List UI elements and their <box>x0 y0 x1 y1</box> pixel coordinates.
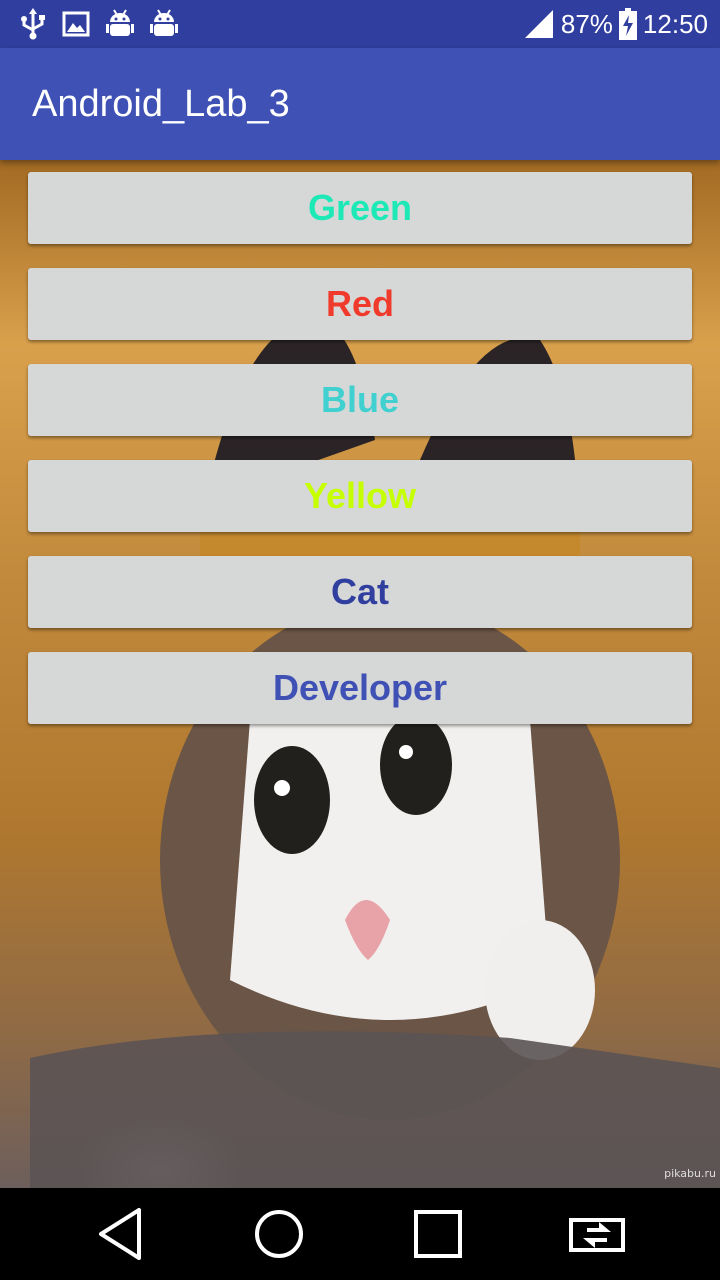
back-icon[interactable] <box>89 1202 153 1266</box>
status-bar: 87% 12:50 <box>0 0 720 48</box>
image-icon <box>62 11 90 37</box>
developer-button[interactable]: Developer <box>28 652 692 724</box>
switch-apps-icon[interactable] <box>565 1202 629 1266</box>
usb-icon <box>21 8 45 40</box>
system-indicators: 87% 12:50 <box>524 0 708 48</box>
navigation-bar <box>0 1188 720 1280</box>
app-title: Android_Lab_3 <box>32 83 290 125</box>
watermark: pikabu.ru <box>664 1167 716 1180</box>
red-button[interactable]: Red <box>28 268 692 340</box>
recents-icon[interactable] <box>406 1202 470 1266</box>
app-bar: Android_Lab_3 <box>0 48 720 160</box>
green-button[interactable]: Green <box>28 172 692 244</box>
battery-percent: 87% <box>560 8 613 39</box>
main-content: Green Red Blue Yellow Cat Developer pika… <box>0 160 720 1188</box>
blue-button[interactable]: Blue <box>28 364 692 436</box>
battery-charging-icon <box>618 8 637 40</box>
home-icon[interactable] <box>247 1202 311 1266</box>
yellow-button[interactable]: Yellow <box>28 460 692 532</box>
android-debug-icon <box>150 9 178 36</box>
cat-button[interactable]: Cat <box>28 556 692 628</box>
signal-icon <box>524 10 553 38</box>
clock: 12:50 <box>642 8 708 39</box>
android-debug-icon <box>106 9 134 36</box>
